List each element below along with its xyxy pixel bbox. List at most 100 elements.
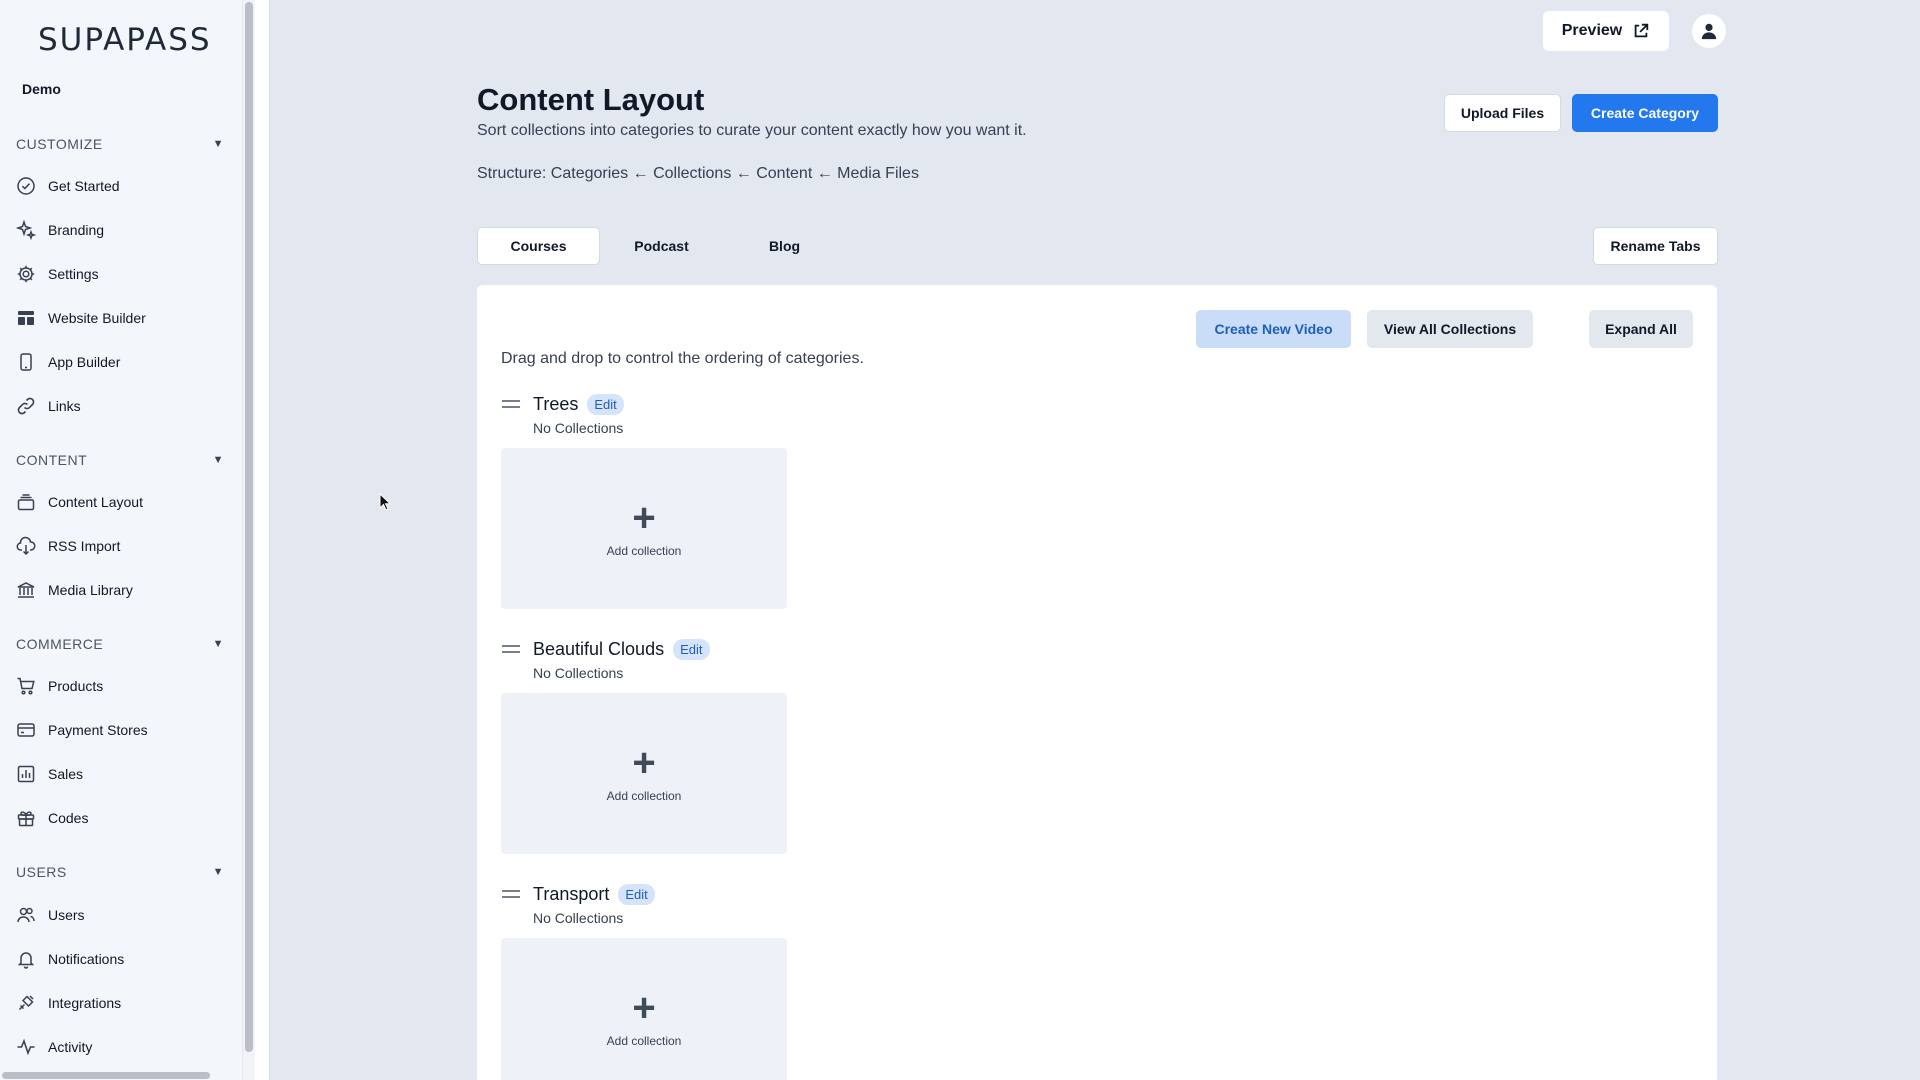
sidebar-divider [255, 0, 270, 1080]
add-collection-label: Add collection [606, 543, 682, 558]
cloud-download-icon [16, 536, 36, 556]
caret-down-icon: ▼ [212, 638, 224, 650]
section-title: COMMERCE [16, 636, 104, 652]
sidebar-item-label: RSS Import [48, 538, 121, 554]
sidebar-item-label: Get Started [48, 178, 120, 194]
sidebar-item-activity[interactable]: Activity [16, 1031, 226, 1063]
sidebar-item-label: Content Layout [48, 494, 143, 510]
sidebar-item-notifications[interactable]: Notifications [16, 943, 226, 975]
rename-tabs-button[interactable]: Rename Tabs [1593, 227, 1718, 265]
caret-down-icon: ▼ [212, 138, 224, 150]
users-icon [17, 907, 35, 923]
add-collection-button[interactable]: + Add collection [501, 938, 787, 1080]
bar-chart-icon [17, 765, 35, 783]
drag-handle-icon[interactable] [501, 888, 521, 900]
view-all-collections-button[interactable]: View All Collections [1367, 310, 1533, 348]
gift-icon [17, 811, 35, 827]
category-name: Transport [533, 883, 610, 904]
sidebar-item-label: App Builder [48, 354, 121, 370]
plus-icon: + [632, 740, 656, 785]
sidebar-item-label: Media Library [48, 582, 133, 598]
user-icon [1701, 23, 1717, 40]
check-circle-icon [17, 177, 35, 195]
sidebar-item-label: Codes [48, 810, 89, 826]
section-users[interactable]: USERS ▼ [16, 862, 226, 882]
category-panel: Create New Video View All Collections Ex… [477, 285, 1717, 1080]
sidebar-item-label: Activity [48, 1039, 93, 1055]
sidebar-item-users[interactable]: Users [16, 899, 226, 931]
sidebar-item-label: Website Builder [48, 310, 146, 326]
drag-handle-icon[interactable] [501, 398, 521, 410]
sidebar-item-get-started[interactable]: Get Started [16, 170, 226, 202]
sidebar-item-settings[interactable]: Settings [16, 258, 226, 290]
sidebar-item-content-layout[interactable]: Content Layout [16, 486, 226, 518]
sidebar-item-label: Products [48, 678, 104, 694]
sidebar-item-sales[interactable]: Sales [16, 758, 226, 790]
add-collection-label: Add collection [606, 788, 682, 803]
section-title: CONTENT [16, 452, 88, 468]
sidebar-item-label: Integrations [48, 995, 122, 1011]
sidebar-item-branding[interactable]: Branding [16, 214, 226, 246]
cart-icon [17, 677, 35, 695]
sidebar-item-label: Links [48, 398, 81, 414]
drag-handle-icon[interactable] [501, 643, 521, 655]
bell-icon [17, 952, 35, 969]
collection-count: No Collections [533, 420, 624, 436]
user-avatar[interactable] [1692, 14, 1726, 48]
app-logo[interactable]: SUPAPASS [38, 22, 212, 58]
category-name: Trees [533, 393, 579, 414]
sidebar-item-products[interactable]: Products [16, 670, 226, 702]
scrollbar-thumb[interactable] [245, 2, 253, 1052]
sidebar-item-label: Users [48, 907, 85, 923]
add-collection-button[interactable]: + Add collection [501, 693, 787, 854]
page-subtitle: Sort collections into categories to cura… [477, 122, 1027, 139]
create-category-button[interactable]: Create Category [1572, 94, 1718, 132]
plus-icon: + [632, 495, 656, 540]
section-content[interactable]: CONTENT ▼ [16, 450, 226, 470]
sidebar-item-label: Sales [48, 766, 84, 782]
category-name: Beautiful Clouds [533, 638, 665, 659]
collection-count: No Collections [533, 665, 624, 681]
structure-breadcrumb: Structure: Categories ← Collections ← Co… [477, 165, 919, 182]
content-tabs: Courses Podcast Blog [477, 227, 846, 265]
edit-category-button[interactable]: Edit [587, 393, 624, 415]
sidebar-item-rss-import[interactable]: RSS Import [16, 530, 226, 562]
edit-category-button[interactable]: Edit [673, 638, 710, 660]
library-icon [17, 582, 35, 598]
category-item[interactable]: Trees Edit No Collections + Add collecti… [501, 392, 901, 609]
sidebar-scrollbar[interactable] [243, 0, 255, 1080]
drag-instructions: Drag and drop to control the ordering of… [501, 350, 864, 367]
section-customize[interactable]: CUSTOMIZE ▼ [16, 134, 226, 154]
tab-courses[interactable]: Courses [477, 227, 600, 265]
layout-icon [18, 311, 34, 325]
page-title: Content Layout [477, 82, 705, 117]
upload-files-button[interactable]: Upload Files [1444, 94, 1561, 132]
sidebar-item-website-builder[interactable]: Website Builder [16, 302, 226, 334]
category-item[interactable]: Beautiful Clouds Edit No Collections + A… [501, 637, 901, 854]
add-collection-button[interactable]: + Add collection [501, 448, 787, 609]
sidebar-item-links[interactable]: Links [16, 390, 226, 422]
tab-podcast[interactable]: Podcast [600, 227, 723, 265]
sidebar-item-payment-stores[interactable]: Payment Stores [16, 714, 226, 746]
sparkles-icon [16, 220, 36, 240]
sidebar-item-label: Notifications [48, 951, 125, 967]
tab-blog[interactable]: Blog [723, 227, 846, 265]
collection-count: No Collections [533, 910, 624, 926]
edit-category-button[interactable]: Edit [618, 883, 655, 905]
section-commerce[interactable]: COMMERCE ▼ [16, 634, 226, 654]
horizontal-scrollbar[interactable] [2, 1072, 210, 1079]
section-title: USERS [16, 864, 67, 880]
expand-all-button[interactable]: Expand All [1589, 310, 1693, 348]
sidebar-item-codes[interactable]: Codes [16, 802, 226, 834]
sidebar-item-media-library[interactable]: Media Library [16, 574, 226, 606]
preview-button[interactable]: Preview [1543, 11, 1669, 51]
org-name: Demo [22, 81, 61, 97]
category-item[interactable]: Transport Edit No Collections + Add coll… [501, 882, 901, 1080]
sidebar-item-app-builder[interactable]: App Builder [16, 346, 226, 378]
plug-icon [18, 995, 34, 1011]
create-new-video-button[interactable]: Create New Video [1196, 310, 1351, 348]
sidebar-item-integrations[interactable]: Integrations [16, 987, 226, 1019]
plus-icon: + [632, 985, 656, 1030]
caret-down-icon: ▼ [212, 866, 224, 878]
add-collection-label: Add collection [606, 1033, 682, 1048]
